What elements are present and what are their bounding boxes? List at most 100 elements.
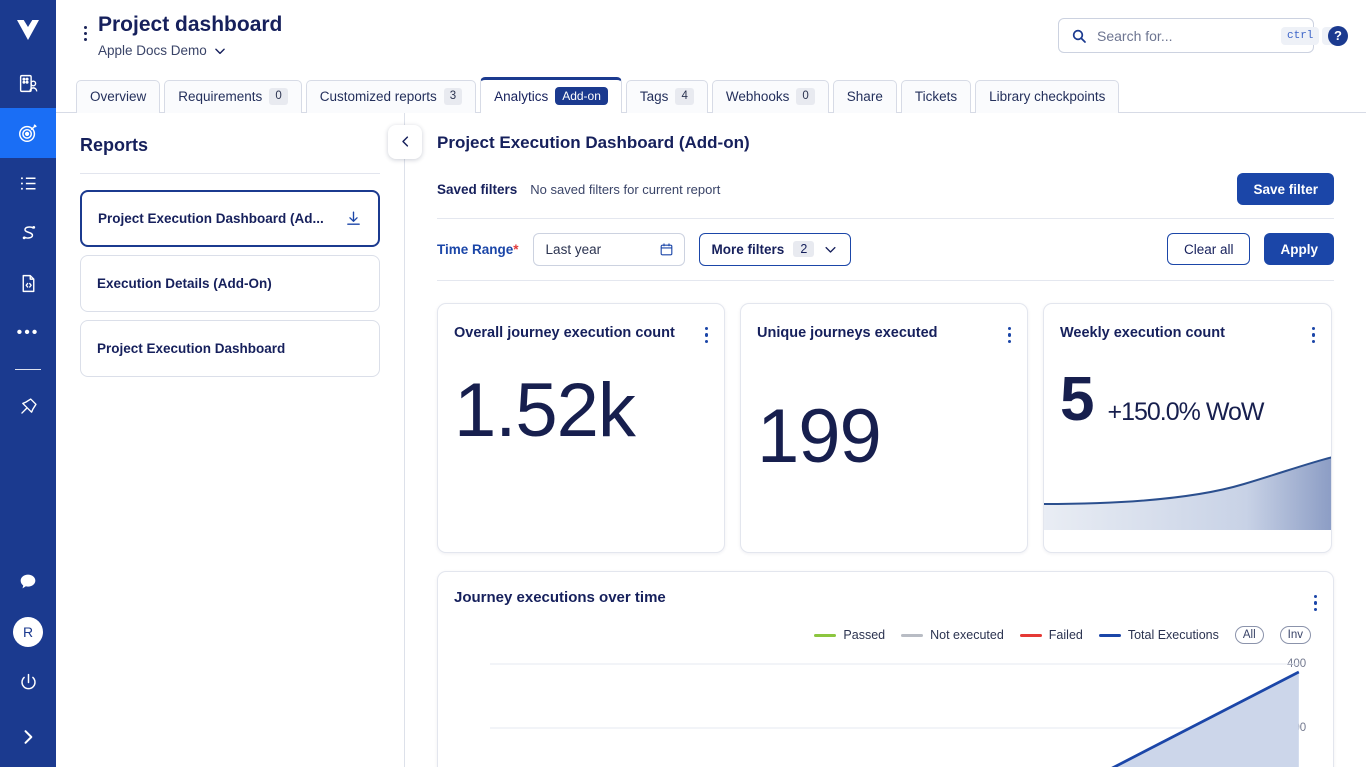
- kpi-title: Weekly execution count: [1060, 321, 1310, 346]
- chevron-left-icon: [398, 134, 413, 149]
- divider: [80, 173, 380, 174]
- report-content: Project Execution Dashboard (Add-on) Sav…: [405, 113, 1366, 767]
- apply-button[interactable]: Apply: [1264, 233, 1334, 265]
- v-logo-icon: [13, 14, 43, 44]
- sidebar-item-logout[interactable]: [0, 657, 56, 707]
- kpi-value-group: 5 +150.0% WoW: [1044, 367, 1331, 452]
- time-range-value: Last year: [546, 242, 602, 257]
- tab-label: Webhooks: [726, 89, 790, 104]
- sidebar-item-user[interactable]: R: [0, 607, 56, 657]
- sidebar-expand-toggle[interactable]: [0, 707, 56, 767]
- tab-label: Tickets: [915, 89, 957, 104]
- kpi-value: 1.52k: [438, 371, 724, 451]
- more-filters-label: More filters: [712, 242, 785, 257]
- tab-count: 3: [444, 88, 462, 105]
- report-item-project-execution-dashboard-addon[interactable]: Project Execution Dashboard (Ad...: [80, 190, 380, 247]
- time-range-select[interactable]: Last year: [533, 233, 685, 266]
- project-people-icon: [18, 73, 39, 94]
- tab-count: 4: [675, 88, 693, 105]
- tab-label: Customized reports: [320, 89, 437, 104]
- tab-label: Library checkpoints: [989, 89, 1105, 104]
- more-filters-count: 2: [793, 241, 814, 257]
- tab-webhooks[interactable]: Webhooks 0: [712, 80, 829, 113]
- report-item-project-execution-dashboard[interactable]: Project Execution Dashboard: [80, 320, 380, 377]
- chart-svg: [490, 650, 1312, 767]
- report-item-label: Project Execution Dashboard: [97, 341, 285, 356]
- help-button[interactable]: ?: [1328, 26, 1348, 46]
- more-filters-dropdown[interactable]: More filters 2: [699, 233, 852, 266]
- header-actions: ctrl K ?: [1058, 18, 1348, 53]
- kebab-menu-icon[interactable]: [1310, 321, 1318, 350]
- shortcut-ctrl: ctrl: [1281, 27, 1319, 45]
- report-item-label: Project Execution Dashboard (Ad...: [98, 211, 324, 226]
- report-item-execution-details-addon[interactable]: Execution Details (Add-On): [80, 255, 380, 312]
- sidebar-item-scripts[interactable]: [0, 258, 56, 308]
- pin-icon: [18, 396, 39, 417]
- tab-overview[interactable]: Overview: [76, 80, 160, 113]
- sidebar-item-list[interactable]: [0, 158, 56, 208]
- kpi-value: 5: [1060, 367, 1093, 433]
- sidebar-item-chat[interactable]: [0, 557, 56, 607]
- kpi-delta: +150.0% WoW: [1107, 372, 1263, 452]
- sidebar-item-journeys[interactable]: [0, 208, 56, 258]
- kebab-menu-icon[interactable]: [1006, 321, 1014, 350]
- save-filter-button[interactable]: Save filter: [1237, 173, 1334, 205]
- kpi-card-overall-journey-execution-count: Overall journey execution count 1.52k: [437, 303, 725, 553]
- tab-label: Requirements: [178, 89, 262, 104]
- clear-all-button[interactable]: Clear all: [1167, 233, 1251, 265]
- legend-item-failed[interactable]: Failed: [1020, 628, 1083, 642]
- power-icon: [18, 672, 39, 693]
- project-selector[interactable]: Apple Docs Demo: [98, 43, 282, 58]
- project-name: Apple Docs Demo: [98, 43, 207, 58]
- tab-label: Overview: [90, 89, 146, 104]
- tab-addon-badge: Add-on: [555, 87, 608, 105]
- content-header: Project Execution Dashboard (Add-on) Sav…: [405, 113, 1366, 281]
- tab-share[interactable]: Share: [833, 80, 897, 113]
- chart-legend: Passed Not executed Failed: [438, 617, 1333, 644]
- tab-tags[interactable]: Tags 4: [626, 80, 708, 113]
- search-input[interactable]: [1087, 28, 1278, 44]
- left-nav-rail: ••• R: [0, 0, 56, 767]
- tab-tickets[interactable]: Tickets: [901, 80, 971, 113]
- legend-item-passed[interactable]: Passed: [814, 628, 885, 642]
- sidebar-item-analytics[interactable]: [0, 108, 56, 158]
- report-item-label: Execution Details (Add-On): [97, 276, 272, 291]
- kebab-menu-icon[interactable]: [1312, 589, 1320, 618]
- kpi-card-weekly-execution-count: Weekly execution count 5 +150.0% WoW: [1043, 303, 1332, 553]
- legend-filter-all[interactable]: All: [1235, 626, 1264, 644]
- kebab-menu-icon: [84, 26, 87, 29]
- kpi-header: Weekly execution count: [1044, 304, 1331, 350]
- tab-library-checkpoints[interactable]: Library checkpoints: [975, 80, 1119, 113]
- tab-requirements[interactable]: Requirements 0: [164, 80, 301, 113]
- kpi-value: 199: [741, 397, 1027, 477]
- chevron-right-icon: [18, 727, 38, 747]
- tab-bar: Overview Requirements 0 Customized repor…: [56, 76, 1366, 113]
- search-box[interactable]: ctrl K: [1058, 18, 1314, 53]
- time-range-label-text: Time Range: [437, 242, 513, 257]
- chart-header: Journey executions over time: [438, 572, 1333, 618]
- legend-swatch: [1099, 634, 1121, 637]
- legend-label: Not executed: [930, 628, 1004, 642]
- header-menu-button[interactable]: [76, 12, 94, 41]
- tab-label: Analytics: [494, 89, 548, 104]
- sidebar-item-pinned[interactable]: [0, 381, 56, 431]
- sidebar-item-more[interactable]: •••: [0, 308, 56, 358]
- list-icon: [18, 173, 39, 194]
- legend-filter-inv[interactable]: Inv: [1280, 626, 1311, 644]
- app-logo[interactable]: [0, 0, 56, 58]
- kpi-title: Unique journeys executed: [757, 321, 1006, 346]
- page-header: Project dashboard Apple Docs Demo: [56, 0, 1366, 76]
- report-title: Project Execution Dashboard (Add-on): [437, 133, 1334, 153]
- sidebar-item-projects[interactable]: [0, 58, 56, 108]
- legend-item-total-executions[interactable]: Total Executions: [1099, 628, 1219, 642]
- chart-card-journey-executions-over-time: Journey executions over time Passed Not …: [437, 571, 1334, 767]
- kebab-menu-icon[interactable]: [703, 321, 711, 350]
- collapse-reports-panel-button[interactable]: [388, 125, 422, 159]
- download-icon[interactable]: [345, 210, 362, 227]
- tab-customized-reports[interactable]: Customized reports 3: [306, 80, 476, 113]
- code-file-icon: [18, 273, 39, 294]
- calendar-icon: [659, 242, 674, 257]
- tab-label: Share: [847, 89, 883, 104]
- legend-item-not-executed[interactable]: Not executed: [901, 628, 1004, 642]
- tab-analytics[interactable]: Analytics Add-on: [480, 77, 622, 113]
